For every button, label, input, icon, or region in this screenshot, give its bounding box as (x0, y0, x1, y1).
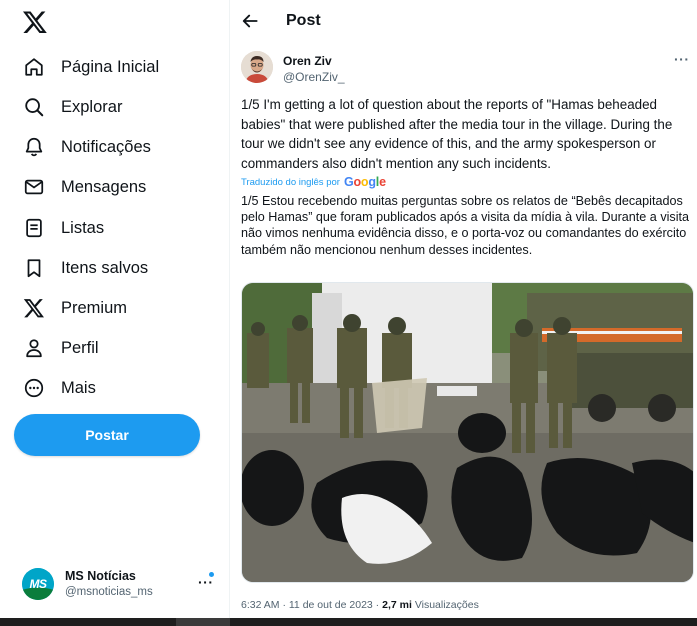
nav-bookmarks-label: Itens salvos (61, 258, 149, 277)
mail-icon (22, 175, 46, 199)
views-label: Visualizações (414, 599, 479, 611)
nav-explore[interactable]: Explorar (22, 92, 122, 122)
nav-explore-label: Explorar (61, 97, 123, 116)
account-switcher[interactable]: MS MS Notícias @msnoticias_ms ··· (22, 564, 222, 604)
nav-lists[interactable]: Listas (22, 213, 104, 243)
list-icon (22, 216, 46, 240)
author-name[interactable]: Oren Ziv (283, 54, 332, 68)
more-icon[interactable]: ··· (674, 51, 690, 67)
avatar: MS (22, 568, 54, 600)
nav-profile[interactable]: Perfil (22, 333, 99, 363)
x-logo-icon[interactable] (22, 9, 48, 35)
tweet-meta: 6:32 AM · 11 de out de 2023 · 2,7 mi Vis… (241, 599, 479, 611)
nav-more-label: Mais (61, 378, 96, 397)
tweet-time[interactable]: 6:32 AM (241, 599, 280, 611)
nav-premium[interactable]: Premium (22, 293, 127, 323)
person-icon (22, 336, 46, 360)
nav-home[interactable]: Página Inicial (22, 52, 159, 82)
nav-notifications-label: Notificações (61, 137, 151, 156)
nav-messages-label: Mensagens (61, 177, 147, 196)
nav-profile-label: Perfil (61, 338, 99, 357)
bell-icon (22, 135, 46, 159)
tweet-date[interactable]: 11 de out de 2023 (289, 599, 373, 611)
nav-lists-label: Listas (61, 218, 105, 237)
translation-attribution[interactable]: Traduzido do inglês por Google (241, 175, 386, 189)
author-avatar[interactable] (241, 51, 273, 83)
bookmark-icon (22, 256, 46, 280)
page-title: Post (286, 12, 321, 29)
account-handle: @msnoticias_ms (65, 585, 153, 598)
taskbar-strip (0, 618, 697, 626)
avatar-text: MS (29, 577, 48, 591)
view-count: 2,7 mi (382, 599, 412, 611)
account-name: MS Notícias (65, 569, 136, 583)
more-circle-icon (22, 376, 46, 400)
search-icon (22, 95, 46, 119)
sidebar: Página Inicial Explorar Notificações Men… (0, 0, 229, 626)
separator: · (279, 599, 289, 611)
nav-bookmarks[interactable]: Itens salvos (22, 253, 148, 283)
tweet-photo[interactable] (241, 282, 694, 583)
nav-notifications[interactable]: Notificações (22, 132, 151, 162)
translated-text: 1/5 Estou recebendo muitas perguntas sob… (241, 194, 690, 257)
google-logo: Google (343, 175, 386, 189)
post-header: Post (230, 0, 697, 44)
post-column: Post Oren Ziv @OrenZiv_ ··· 1/5 I'm gett… (230, 0, 697, 618)
nav-more[interactable]: Mais (22, 373, 96, 403)
nav-home-label: Página Inicial (61, 57, 160, 76)
post-button[interactable]: Postar (14, 414, 200, 456)
x-premium-icon (22, 296, 46, 320)
tweet-text: 1/5 I'm getting a lot of question about … (241, 97, 673, 172)
translated-by-label: Traduzido do inglês por (241, 176, 340, 188)
nav-messages[interactable]: Mensagens (22, 172, 146, 202)
home-icon (22, 55, 46, 79)
notification-dot (209, 572, 214, 577)
arrow-left-icon[interactable] (240, 11, 260, 31)
author-handle[interactable]: @OrenZiv_ (283, 70, 345, 84)
separator: · (372, 599, 383, 611)
nav-premium-label: Premium (61, 298, 128, 317)
